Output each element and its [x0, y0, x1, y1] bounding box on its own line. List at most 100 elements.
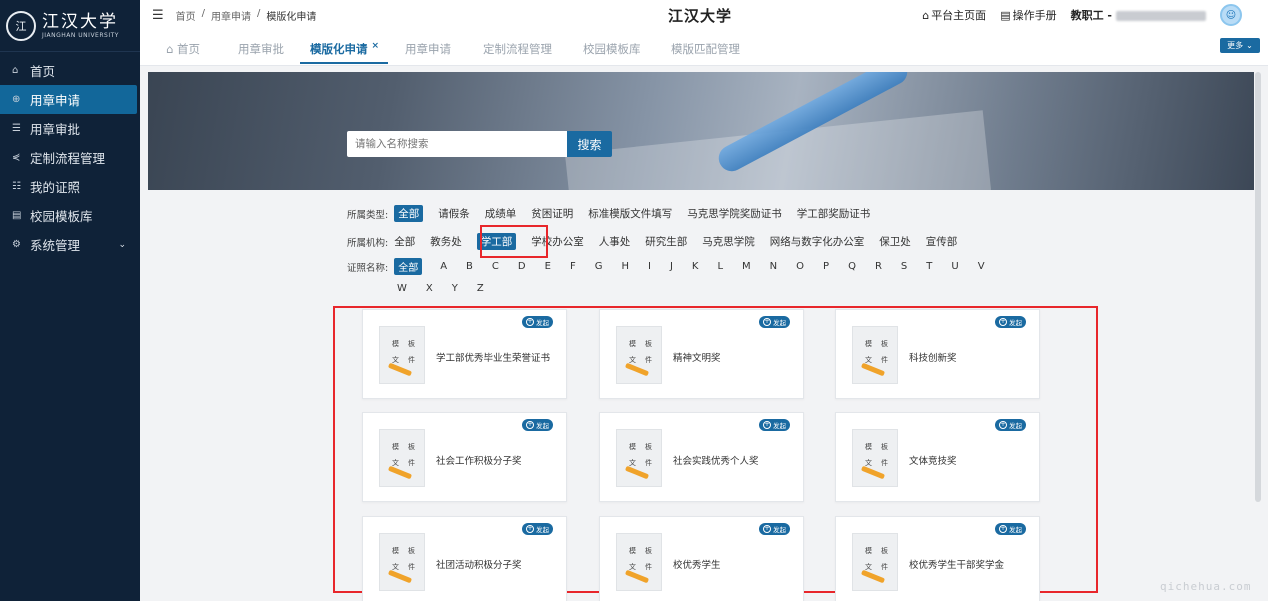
filter-cert-option[interactable]: T [926, 261, 932, 272]
filter-cert-option[interactable]: J [670, 261, 673, 272]
filter-cert-option[interactable]: F [570, 261, 576, 272]
filter-type-option[interactable]: 马克思学院奖励证书 [687, 206, 782, 221]
filter-org-option[interactable]: 保卫处 [879, 234, 911, 249]
filter-cert-option[interactable]: I [648, 261, 651, 272]
filter-cert-option[interactable]: E [545, 261, 551, 272]
initiate-button[interactable]: + 发起 [759, 419, 790, 431]
sidebar-item-seal-approve[interactable]: ☰ 用章审批 [0, 114, 140, 143]
tab-home[interactable]: ⌂ 首页 [166, 41, 200, 57]
filter-cert-option[interactable]: B [466, 261, 473, 272]
thumbnail-char: 模 [392, 547, 399, 555]
filter-type-row: 所属类型: 全部 请假条 成绩单 贫困证明 标准模版文件填写 马克思学院奖励证书 学工部奖励证… [347, 205, 885, 222]
filter-cert-option[interactable]: N [770, 261, 777, 272]
filter-cert-option[interactable]: Y [452, 283, 458, 294]
filter-cert-option[interactable]: S [901, 261, 907, 272]
filter-cert-option[interactable]: M [742, 261, 751, 272]
filter-cert-option[interactable]: W [397, 283, 407, 294]
filter-cert-option[interactable]: Q [848, 261, 856, 272]
filter-org-option[interactable]: 研究生部 [645, 234, 687, 249]
filter-type-option[interactable]: 全部 [394, 205, 424, 222]
template-card[interactable]: 模板文件校优秀学生干部奖学金 + 发起 [835, 516, 1040, 601]
initiate-button[interactable]: + 发起 [759, 523, 790, 535]
tab-template-lib[interactable]: 校园模板库 [583, 41, 641, 57]
user-menu[interactable]: 教职工 - [1071, 7, 1206, 23]
filter-org-option[interactable]: 全部 [394, 234, 415, 249]
filter-cert-option[interactable]: A [440, 261, 447, 272]
template-card[interactable]: 模板文件社团活动积极分子奖 + 发起 [362, 516, 567, 601]
template-thumbnail-icon: 模板文件 [852, 533, 898, 591]
tab-custom-flow[interactable]: 定制流程管理 [483, 41, 552, 57]
breadcrumb-home[interactable]: 首页 [176, 8, 196, 23]
initiate-button[interactable]: + 发起 [759, 316, 790, 328]
thumbnail-char: 板 [408, 547, 415, 555]
template-card-title: 社会工作积极分子奖 [436, 456, 522, 467]
logo[interactable]: 江 江汉大学 JIANGHAN UNIVERSITY [0, 0, 140, 52]
filter-type-option[interactable]: 成绩单 [485, 206, 517, 221]
filter-cert-option[interactable]: O [796, 261, 804, 272]
initiate-button[interactable]: + 发起 [522, 523, 553, 535]
sidebar-item-template-lib[interactable]: ▤ 校园模板库 [0, 201, 140, 230]
search-input[interactable] [347, 131, 567, 157]
filter-type-option[interactable]: 学工部奖励证书 [797, 206, 871, 221]
tab-template-apply[interactable]: 模版化申请 × [310, 41, 379, 57]
menu-toggle-icon[interactable]: ☰ [152, 8, 164, 23]
filter-cert-option[interactable]: P [823, 261, 829, 272]
initiate-button[interactable]: + 发起 [522, 419, 553, 431]
filter-cert-option[interactable]: U [951, 261, 958, 272]
tab-template-match[interactable]: 模版匹配管理 [671, 41, 740, 57]
template-card[interactable]: 模板文件精神文明奖 + 发起 [599, 309, 804, 399]
more-tabs-button[interactable]: 更多 ⌄ [1220, 38, 1260, 53]
filter-type-option[interactable]: 贫困证明 [531, 206, 573, 221]
filter-org-option[interactable]: 教务处 [430, 234, 462, 249]
filter-org-option[interactable]: 人事处 [599, 234, 631, 249]
initiate-button[interactable]: + 发起 [995, 419, 1026, 431]
manual-link[interactable]: ▤ 操作手册 [1000, 7, 1056, 23]
template-card[interactable]: 模板文件学工部优秀毕业生荣誉证书 + 发起 [362, 309, 567, 399]
filter-org-option[interactable]: 网络与数字化办公室 [770, 234, 865, 249]
filter-cert-option[interactable]: H [621, 261, 629, 272]
template-card[interactable]: 模板文件社会实践优秀个人奖 + 发起 [599, 412, 804, 502]
filter-cert-option[interactable]: 全部 [394, 258, 423, 275]
sidebar-item-my-licenses[interactable]: ☷ 我的证照 [0, 172, 140, 201]
filter-cert-option[interactable]: C [492, 261, 499, 272]
filter-cert-option[interactable]: K [692, 261, 699, 272]
breadcrumb-seal-apply[interactable]: 用章申请 [211, 8, 251, 23]
template-card[interactable]: 模板文件科技创新奖 + 发起 [835, 309, 1040, 399]
initiate-button[interactable]: + 发起 [995, 523, 1026, 535]
search-button[interactable]: 搜索 [567, 131, 612, 157]
sidebar-item-system[interactable]: ⚙ 系统管理 ⌄ [0, 230, 140, 259]
avatar[interactable]: ☺ [1220, 4, 1242, 26]
platform-home-link[interactable]: ⌂ 平台主页面 [922, 7, 986, 23]
filter-cert-option[interactable]: R [875, 261, 882, 272]
initiate-button[interactable]: + 发起 [522, 316, 553, 328]
filter-cert-option[interactable]: X [426, 283, 433, 294]
filter-cert-option[interactable]: D [518, 261, 526, 272]
tab-seal-approve[interactable]: 用章审批 [238, 41, 284, 57]
sidebar-item-seal-apply[interactable]: ⊕ 用章申请 [0, 85, 137, 114]
sidebar-item-custom-flow[interactable]: ⋞ 定制流程管理 [0, 143, 140, 172]
filter-cert-option[interactable]: L [717, 261, 723, 272]
template-card[interactable]: 模板文件文体竞技奖 + 发起 [835, 412, 1040, 502]
sidebar-item-label: 用章审批 [30, 122, 81, 137]
scrollbar[interactable] [1255, 72, 1261, 502]
thumbnail-char: 模 [629, 340, 636, 348]
filter-cert-option[interactable]: Z [477, 283, 484, 294]
filter-org-option[interactable]: 宣传部 [926, 234, 958, 249]
filter-type-option[interactable]: 请假条 [438, 206, 470, 221]
sidebar-item-home[interactable]: ⌂ 首页 [0, 56, 140, 85]
filter-cert-option[interactable]: G [595, 261, 603, 272]
initiate-button[interactable]: + 发起 [995, 316, 1026, 328]
filter-org-option[interactable]: 马克思学院 [702, 234, 755, 249]
close-icon[interactable]: × [372, 41, 380, 51]
filter-type-option[interactable]: 标准模版文件填写 [588, 206, 672, 221]
plus-icon: + [526, 421, 534, 429]
template-card-title: 科技创新奖 [909, 353, 957, 364]
template-card[interactable]: 模板文件校优秀学生 + 发起 [599, 516, 804, 601]
template-card[interactable]: 模板文件社会工作积极分子奖 + 发起 [362, 412, 567, 502]
thumbnail-char: 模 [629, 547, 636, 555]
template-thumbnail-icon: 模板文件 [616, 326, 662, 384]
template-thumbnail-icon: 模板文件 [852, 326, 898, 384]
tab-seal-apply[interactable]: 用章申请 [405, 41, 451, 57]
filter-cert-option[interactable]: V [978, 261, 985, 272]
breadcrumb-sep: / [201, 7, 206, 19]
